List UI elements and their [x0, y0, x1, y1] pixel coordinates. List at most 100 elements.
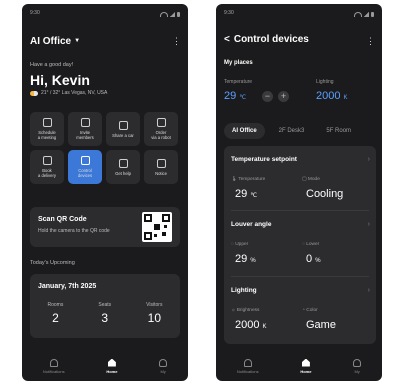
- help-icon: [118, 158, 128, 168]
- qr-subtitle: Hold the camera to the QR code: [38, 228, 110, 234]
- home-icon: [301, 358, 310, 367]
- lighting-value: 2000 K: [316, 90, 348, 102]
- louver-title[interactable]: Louver angle: [231, 221, 271, 228]
- upcoming-label: Today's Upcoming: [30, 260, 75, 266]
- tab-ai-office[interactable]: AI Office: [224, 123, 265, 139]
- office-selector[interactable]: AI Office ▼: [30, 36, 80, 47]
- bottom-nav: Notifications Home My: [216, 351, 382, 381]
- tab-5f-room[interactable]: 5F Room: [318, 123, 359, 139]
- lower-value[interactable]: 0 %: [306, 253, 321, 265]
- thermometer-icon: 🌡: [231, 177, 238, 182]
- nav-notifications[interactable]: Notifications: [43, 358, 65, 374]
- setpoint-temp-label: 🌡 Temperature: [231, 177, 266, 182]
- robot-icon: [156, 118, 166, 127]
- color-value[interactable]: Game: [306, 319, 336, 331]
- bottom-nav: Notifications Home My: [22, 351, 188, 381]
- weather-icon: [30, 90, 38, 96]
- divider: [231, 210, 369, 211]
- wifi-icon: [160, 11, 168, 17]
- status-bar: 9:30: [224, 10, 374, 18]
- nav-home[interactable]: Home: [300, 358, 311, 374]
- calendar-icon: [42, 118, 52, 127]
- stat-visitors: Visitors 10: [146, 302, 163, 325]
- qr-code-icon: [142, 212, 172, 242]
- page-title: Control devices: [233, 34, 309, 45]
- upcoming-card[interactable]: January, 7th 2025 Rooms 2 Seats 3 Visito…: [30, 274, 180, 338]
- battery-icon: [177, 11, 180, 17]
- person-icon: [159, 358, 168, 367]
- lighting-label: Lighting: [316, 79, 334, 85]
- bell-icon: [49, 358, 58, 367]
- fan-icon: ◌: [231, 242, 234, 247]
- tile-schedule-meeting[interactable]: Schedule a meeting: [30, 112, 64, 146]
- greeting-title: Hi, Kevin: [30, 72, 90, 88]
- status-time: 9:30: [30, 10, 40, 16]
- tile-control-devices[interactable]: Control devices: [68, 150, 102, 184]
- upper-label: ◌ Upper: [231, 242, 249, 247]
- chevron-right-icon[interactable]: ›: [368, 287, 370, 294]
- device-controls-card: Temperature setpoint › 🌡 Temperature ▢ M…: [224, 146, 376, 344]
- divider: [231, 276, 369, 277]
- box-icon: [42, 156, 52, 165]
- person-icon: [353, 358, 362, 367]
- bulb-icon: ☼: [231, 308, 236, 313]
- home-screen: 9:30 AI Office ▼ ⋮ Have a good day! Hi, …: [22, 4, 188, 381]
- chevron-right-icon[interactable]: ›: [368, 156, 370, 163]
- signal-icon: [170, 11, 175, 17]
- temperature-value: 29 ℃: [224, 90, 247, 102]
- quick-action-grid: Schedule a meeting Invite members Share …: [30, 112, 180, 184]
- caret-down-icon: ▼: [74, 38, 81, 44]
- tile-invite-members[interactable]: Invite members: [68, 112, 102, 146]
- chevron-right-icon[interactable]: ›: [368, 221, 370, 228]
- megaphone-icon: [156, 158, 166, 168]
- temp-setpoint-title[interactable]: Temperature setpoint: [231, 156, 297, 163]
- my-places-label: My places: [224, 60, 253, 66]
- lower-label: ◌ Lower: [302, 242, 320, 247]
- brightness-value[interactable]: 2000 K: [235, 319, 267, 331]
- palette-icon: ◔: [302, 308, 305, 313]
- mode-label: ▢ Mode: [302, 177, 320, 182]
- temperature-label: Temperature: [224, 79, 253, 85]
- upper-value[interactable]: 29 %: [235, 253, 256, 265]
- increase-button[interactable]: +: [278, 91, 289, 102]
- tile-order-robot[interactable]: Order via a robot: [144, 112, 178, 146]
- mode-value[interactable]: Cooling: [306, 188, 343, 200]
- decrease-button[interactable]: −: [262, 91, 273, 102]
- tile-get-help[interactable]: Get help: [106, 150, 140, 184]
- more-menu-icon[interactable]: ⋮: [172, 36, 181, 47]
- nav-notifications[interactable]: Notifications: [237, 358, 259, 374]
- signal-icon: [364, 11, 369, 17]
- tile-notice[interactable]: Notice: [144, 150, 178, 184]
- tile-share-car[interactable]: Share a car: [106, 112, 140, 146]
- status-bar: 9:30: [30, 10, 180, 18]
- nav-my[interactable]: My: [353, 358, 362, 374]
- brightness-label: ☼ Brightness: [231, 308, 260, 313]
- qr-title: Scan QR Code: [38, 216, 87, 223]
- status-time: 9:30: [224, 10, 234, 16]
- weather-info: 21° / 32° Las Vegas, NV, USA: [30, 90, 107, 96]
- place-tabs: AI Office 2F Desk3 5F Room: [224, 122, 382, 140]
- tile-book-delivery[interactable]: Book a delivery: [30, 150, 64, 184]
- scan-qr-card[interactable]: Scan QR Code Hold the camera to the QR c…: [30, 207, 180, 247]
- wifi-icon: [354, 11, 362, 17]
- stat-rooms: Rooms 2: [47, 302, 64, 325]
- home-icon: [107, 358, 116, 367]
- tab-2f-desk3[interactable]: 2F Desk3: [271, 123, 313, 139]
- bell-icon: [243, 358, 252, 367]
- upcoming-date: January, 7th 2025: [38, 283, 97, 290]
- more-menu-icon[interactable]: ⋮: [366, 36, 375, 47]
- car-icon: [118, 120, 128, 130]
- mode-icon: ▢: [302, 177, 307, 182]
- setpoint-temp-value[interactable]: 29 ℃: [235, 188, 257, 200]
- nav-home[interactable]: Home: [106, 358, 117, 374]
- invite-icon: [80, 118, 90, 127]
- home-control-icon: [80, 156, 90, 165]
- control-devices-screen: 9:30 < Control devices ⋮ My places Tempe…: [216, 4, 382, 381]
- greeting-subtitle: Have a good day!: [30, 62, 74, 68]
- stat-seats: Seats 3: [98, 302, 112, 325]
- lighting-title[interactable]: Lighting: [231, 287, 257, 294]
- nav-my[interactable]: My: [159, 358, 168, 374]
- battery-icon: [371, 11, 374, 17]
- back-arrow-icon[interactable]: <: [224, 34, 230, 45]
- color-label: ◔ Color: [302, 308, 318, 313]
